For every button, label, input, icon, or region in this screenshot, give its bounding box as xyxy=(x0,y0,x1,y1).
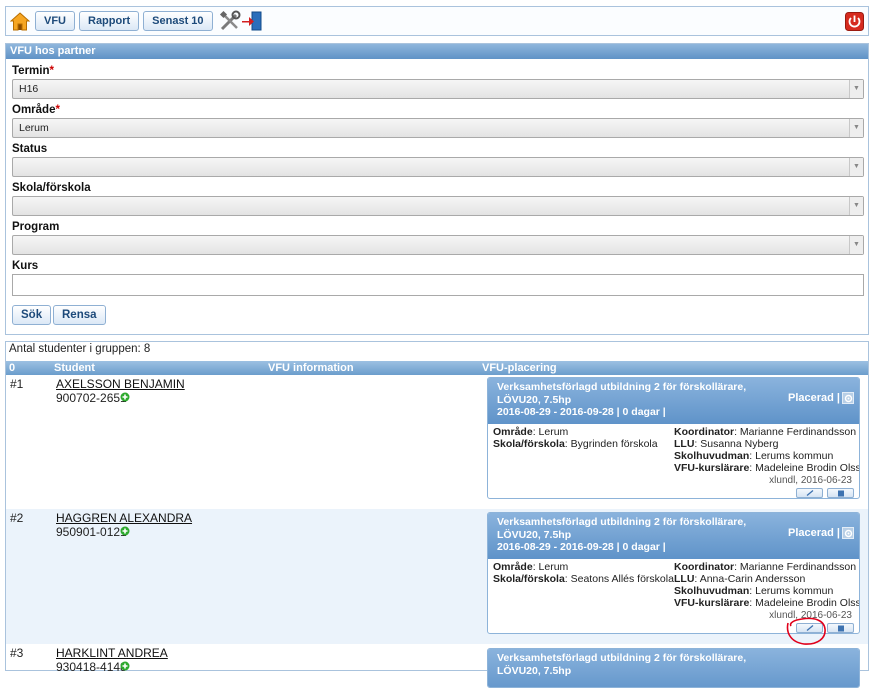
table-row: #2 HAGGREN ALEXANDRA 950901-0121 Verksam… xyxy=(6,509,868,644)
placement-dates: 2016-08-29 - 2016-09-28 | 0 dagar | xyxy=(497,406,666,418)
row-number: #3 xyxy=(10,646,24,660)
omrade-info: Område: Lerum xyxy=(493,426,569,438)
results-panel: Antal studenter i gruppen: 8 0 Student V… xyxy=(5,341,869,688)
omrade-info: Område: Lerum xyxy=(493,561,569,573)
placement-card-header: Verksamhetsförlagd utbildning 2 för förs… xyxy=(488,378,859,424)
rapport-button[interactable]: Rapport xyxy=(79,11,140,31)
table-header: 0 Student VFU information VFU-placering xyxy=(6,361,868,375)
add-plus-icon[interactable] xyxy=(120,661,130,671)
omrade-label: Område* xyxy=(12,104,60,116)
settings-icon[interactable] xyxy=(842,392,854,405)
document-button[interactable] xyxy=(827,488,854,498)
vfu-button[interactable]: VFU xyxy=(35,11,75,31)
tools-icon[interactable] xyxy=(219,10,241,32)
skola-select[interactable]: ▼ xyxy=(12,196,864,216)
rensa-button[interactable]: Rensa xyxy=(53,305,106,325)
placement-card: Verksamhetsförlagd utbildning 2 för förs… xyxy=(487,512,860,634)
status-text: Placerad | xyxy=(788,392,840,404)
document-button[interactable] xyxy=(827,623,854,633)
termin-label: Termin* xyxy=(12,65,54,77)
status-select[interactable]: ▼ xyxy=(12,157,864,177)
koordinator-info: Koordinator: Marianne Ferdinandsson xyxy=(674,561,857,573)
placement-status: Placerad | xyxy=(788,527,854,540)
settings-icon[interactable] xyxy=(842,527,854,540)
edit-button[interactable] xyxy=(796,623,823,633)
home-icon[interactable] xyxy=(9,10,31,32)
termin-value: H16 xyxy=(19,83,39,95)
chevron-down-icon: ▼ xyxy=(849,236,863,254)
student-name-link[interactable]: HAGGREN ALEXANDRA xyxy=(56,511,192,525)
edit-stamp: xlundl, 2016-06-23 xyxy=(769,610,852,621)
student-count: Antal studenter i gruppen: 8 xyxy=(9,343,151,355)
col-vfu-information[interactable]: VFU information xyxy=(268,361,354,375)
program-select[interactable]: ▼ xyxy=(12,235,864,255)
student-pnr: 950901-0121 xyxy=(56,525,127,539)
skola-label: Skola/förskola xyxy=(12,182,91,194)
edit-stamp: xlundl, 2016-06-23 xyxy=(769,475,852,486)
placement-card: Verksamhetsförlagd utbildning 2 för förs… xyxy=(487,377,860,499)
placement-dates: 2016-08-29 - 2016-09-28 | 0 dagar | xyxy=(497,541,666,553)
course-code: LÖVU20, 7.5hp xyxy=(497,528,572,541)
student-name-link[interactable]: HARKLINT ANDREA xyxy=(56,646,168,660)
skolhuvudman-info: Skolhuvudman: Lerums kommun xyxy=(674,585,834,597)
placement-card: Verksamhetsförlagd utbildning 2 för förs… xyxy=(487,648,860,688)
course-title: Verksamhetsförlagd utbildning 2 för förs… xyxy=(497,652,747,664)
omrade-select[interactable]: Lerum ▼ xyxy=(12,118,864,138)
exit-door-icon[interactable] xyxy=(241,10,263,32)
chevron-down-icon: ▼ xyxy=(849,119,863,137)
kurslarare-info: VFU-kurslärare: Madeleine Brodin Olsson xyxy=(674,597,859,609)
student-pnr: 900702-2651 xyxy=(56,391,127,405)
placement-status: Placerad | xyxy=(788,392,854,405)
koordinator-info: Koordinator: Marianne Ferdinandsson xyxy=(674,426,857,438)
status-text: Placerad | xyxy=(788,527,840,539)
sok-button[interactable]: Sök xyxy=(12,305,52,325)
power-icon[interactable] xyxy=(845,12,864,31)
student-pnr: 930418-4148 xyxy=(56,660,127,674)
table-row: #3 HARKLINT ANDREA 930418-4148 Verksamhe… xyxy=(6,644,868,688)
placement-card-body: Område: Lerum Skola/förskola: Bygrinden … xyxy=(488,424,859,498)
skolhuvudman-info: Skolhuvudman: Lerums kommun xyxy=(674,450,834,462)
row-number: #1 xyxy=(10,377,24,391)
chevron-down-icon: ▼ xyxy=(849,80,863,98)
omrade-value: Lerum xyxy=(19,122,49,134)
search-panel: VFU hos partner Termin* H16 ▼ Område* Le… xyxy=(5,43,869,335)
add-plus-icon[interactable] xyxy=(120,526,130,536)
edit-button[interactable] xyxy=(796,488,823,498)
chevron-down-icon: ▼ xyxy=(849,158,863,176)
kurslarare-info: VFU-kurslärare: Madeleine Brodin Olsson xyxy=(674,462,859,474)
required-mark: * xyxy=(55,104,60,116)
kurs-label: Kurs xyxy=(12,260,39,272)
senast-10-button[interactable]: Senast 10 xyxy=(143,11,213,31)
chevron-down-icon: ▼ xyxy=(849,197,863,215)
placement-card-header: Verksamhetsförlagd utbildning 2 för förs… xyxy=(488,513,859,559)
col-vfu-placering[interactable]: VFU-placering xyxy=(482,361,557,375)
placement-card-header: Verksamhetsförlagd utbildning 2 för förs… xyxy=(488,649,859,687)
course-code: LÖVU20, 7.5hp xyxy=(497,393,572,406)
status-label: Status xyxy=(12,143,48,155)
required-mark: * xyxy=(49,65,54,77)
course-title: Verksamhetsförlagd utbildning 2 för förs… xyxy=(497,381,747,393)
col-zero[interactable]: 0 xyxy=(9,361,15,375)
llu-info: LLU: Susanna Nyberg xyxy=(674,438,779,450)
panel-title: VFU hos partner xyxy=(6,44,868,59)
skola-info: Skola/förskola: Bygrinden förskola xyxy=(493,438,658,450)
course-code: LÖVU20, 7.5hp xyxy=(497,664,572,677)
course-title: Verksamhetsförlagd utbildning 2 för förs… xyxy=(497,516,747,528)
skola-info: Skola/förskola: Seatons Allés förskola xyxy=(493,573,674,585)
program-label: Program xyxy=(12,221,60,233)
student-name-link[interactable]: AXELSSON BENJAMIN xyxy=(56,377,185,391)
col-student[interactable]: Student xyxy=(54,361,95,375)
add-plus-icon[interactable] xyxy=(120,392,130,402)
top-toolbar: VFU Rapport Senast 10 xyxy=(5,6,869,36)
table-row: #1 AXELSSON BENJAMIN 900702-2651 Verksam… xyxy=(6,375,868,509)
row-number: #2 xyxy=(10,511,24,525)
termin-select[interactable]: H16 ▼ xyxy=(12,79,864,99)
llu-info: LLU: Anna-Carin Andersson xyxy=(674,573,806,585)
kurs-input[interactable] xyxy=(12,274,864,296)
placement-card-body: Område: Lerum Skola/förskola: Seatons Al… xyxy=(488,559,859,633)
